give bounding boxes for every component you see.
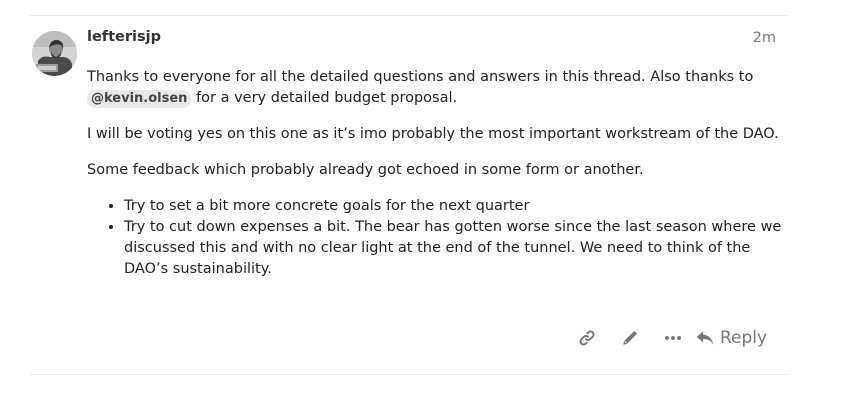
link-icon	[579, 330, 594, 346]
top-divider	[30, 15, 788, 16]
more-actions-button[interactable]	[651, 322, 694, 354]
list-item: Try to set a bit more concrete goals for…	[124, 196, 787, 217]
post-paragraph: Some feedback which probably already got…	[87, 162, 644, 178]
pencil-icon	[622, 331, 637, 345]
post-actions: Reply	[565, 322, 777, 354]
avatar-image	[32, 31, 77, 76]
reply-arrow-icon	[696, 331, 714, 345]
bottom-divider	[30, 374, 788, 375]
post-timestamp[interactable]: 2m	[753, 30, 776, 46]
paragraph-text: for a very detailed budget proposal.	[191, 90, 458, 106]
edit-button[interactable]	[608, 322, 651, 354]
list-item: Try to cut down expenses a bit. The bear…	[124, 217, 787, 280]
post-paragraph: Thanks to everyone for all the detailed …	[87, 67, 787, 109]
paragraph-text: Thanks to everyone for all the detailed …	[87, 69, 754, 85]
copy-link-button[interactable]	[565, 322, 608, 354]
feedback-list: Try to set a bit more concrete goals for…	[87, 196, 787, 280]
reply-button[interactable]: Reply	[694, 322, 777, 354]
post-paragraph: I will be voting yes on this one as it’s…	[87, 126, 779, 142]
post-body: Thanks to everyone for all the detailed …	[87, 67, 787, 280]
ellipsis-icon	[664, 336, 681, 340]
post-username[interactable]: lefterisjp	[87, 29, 161, 45]
reply-label: Reply	[720, 328, 768, 348]
avatar[interactable]	[32, 31, 77, 76]
user-mention[interactable]: @kevin.olsen	[87, 90, 192, 108]
